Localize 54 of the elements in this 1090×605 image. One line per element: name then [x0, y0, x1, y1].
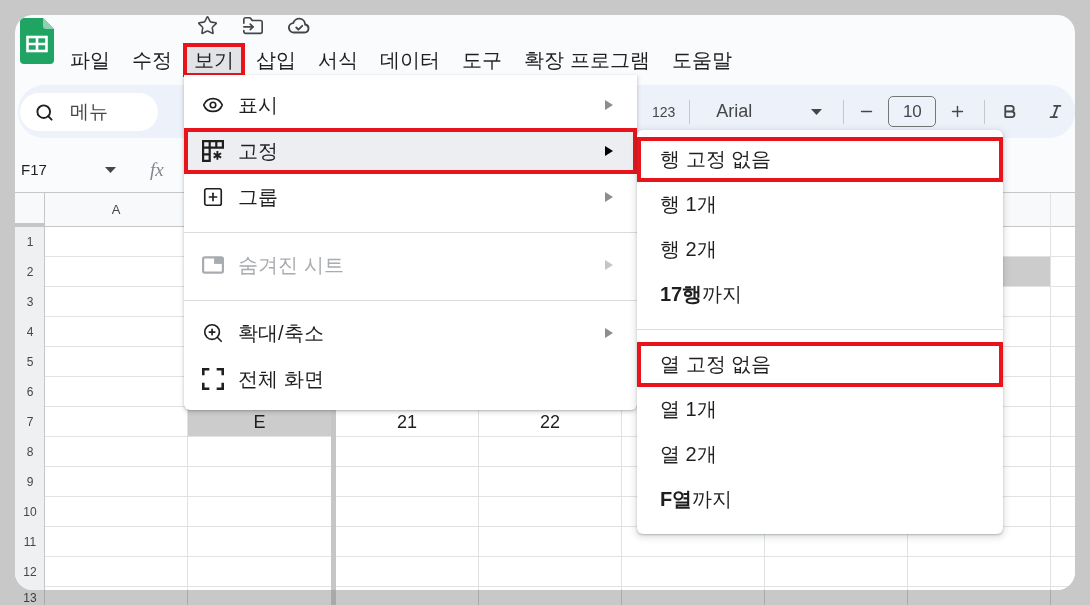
- zoom-in-icon: [202, 322, 224, 344]
- grid-asterisk-icon: [202, 140, 224, 162]
- corner-brackets-icon: [202, 368, 224, 390]
- name-box[interactable]: F17: [21, 161, 116, 178]
- menu-item[interactable]: 표시: [184, 82, 637, 128]
- row-number[interactable]: 1: [15, 227, 45, 257]
- number-format-button[interactable]: 123: [652, 103, 676, 120]
- menu-search-field[interactable]: 메뉴: [20, 92, 158, 131]
- font-select[interactable]: Arial: [704, 101, 823, 122]
- caret-icon: [105, 166, 116, 173]
- menu-item[interactable]: 열 2개: [637, 432, 1003, 477]
- row-number[interactable]: 3: [15, 287, 45, 317]
- cloud-check-icon[interactable]: [288, 15, 310, 35]
- row-number[interactable]: 4: [15, 317, 45, 347]
- row-number[interactable]: 13: [15, 590, 45, 605]
- spreadsheet-logo-icon[interactable]: [20, 18, 54, 64]
- menubar-item[interactable]: 수정: [121, 43, 183, 77]
- folder-arrow-icon[interactable]: [242, 15, 264, 37]
- sheet-cell-text: 22: [539, 411, 561, 434]
- menubar-item[interactable]: 도구: [451, 43, 513, 77]
- caret-icon: [811, 108, 823, 115]
- function-label: fx: [150, 158, 164, 181]
- menu-item[interactable]: 확대/축소: [184, 310, 637, 356]
- menubar-item[interactable]: 확장 프로그램: [513, 43, 661, 77]
- menubar-item[interactable]: 서식: [307, 43, 369, 77]
- row-number[interactable]: 8: [15, 437, 45, 467]
- menubar-item[interactable]: 삽입: [245, 43, 307, 77]
- menubar-item[interactable]: 데이터: [369, 43, 451, 77]
- menu-item[interactable]: 행 1개: [637, 182, 1003, 227]
- star-icon[interactable]: [197, 15, 218, 36]
- font-size-field[interactable]: 10: [888, 96, 937, 127]
- menu-item[interactable]: 행 고정 없음: [637, 137, 1003, 182]
- menu-item[interactable]: 열 고정 없음: [637, 342, 1003, 387]
- row-number[interactable]: 7: [15, 407, 45, 437]
- menubar-item[interactable]: 도움말: [660, 43, 743, 77]
- row-number[interactable]: 2: [15, 257, 45, 287]
- menu-item[interactable]: 행 2개: [637, 227, 1003, 272]
- row-number[interactable]: 6: [15, 377, 45, 407]
- row-number[interactable]: 5: [15, 347, 45, 377]
- menu-item[interactable]: 열 1개: [637, 387, 1003, 432]
- menubar-item[interactable]: 파일: [59, 43, 121, 77]
- search-icon: [35, 102, 54, 122]
- row-number[interactable]: 10: [15, 497, 45, 527]
- sheet-window-icon: [202, 254, 224, 276]
- sheet-cell-text: 21: [396, 411, 418, 434]
- menu-item[interactable]: F열까지: [637, 477, 1003, 522]
- menubar-item[interactable]: 보기: [183, 43, 245, 77]
- row-number[interactable]: 11: [15, 527, 45, 557]
- row-number[interactable]: 9: [15, 467, 45, 497]
- menu-item[interactable]: 고정: [184, 128, 637, 174]
- row-number[interactable]: 12: [15, 557, 45, 587]
- plus-square-icon: [202, 186, 224, 208]
- menu-item[interactable]: 17행까지: [637, 272, 1003, 317]
- menu-item[interactable]: 전체 화면: [184, 356, 637, 402]
